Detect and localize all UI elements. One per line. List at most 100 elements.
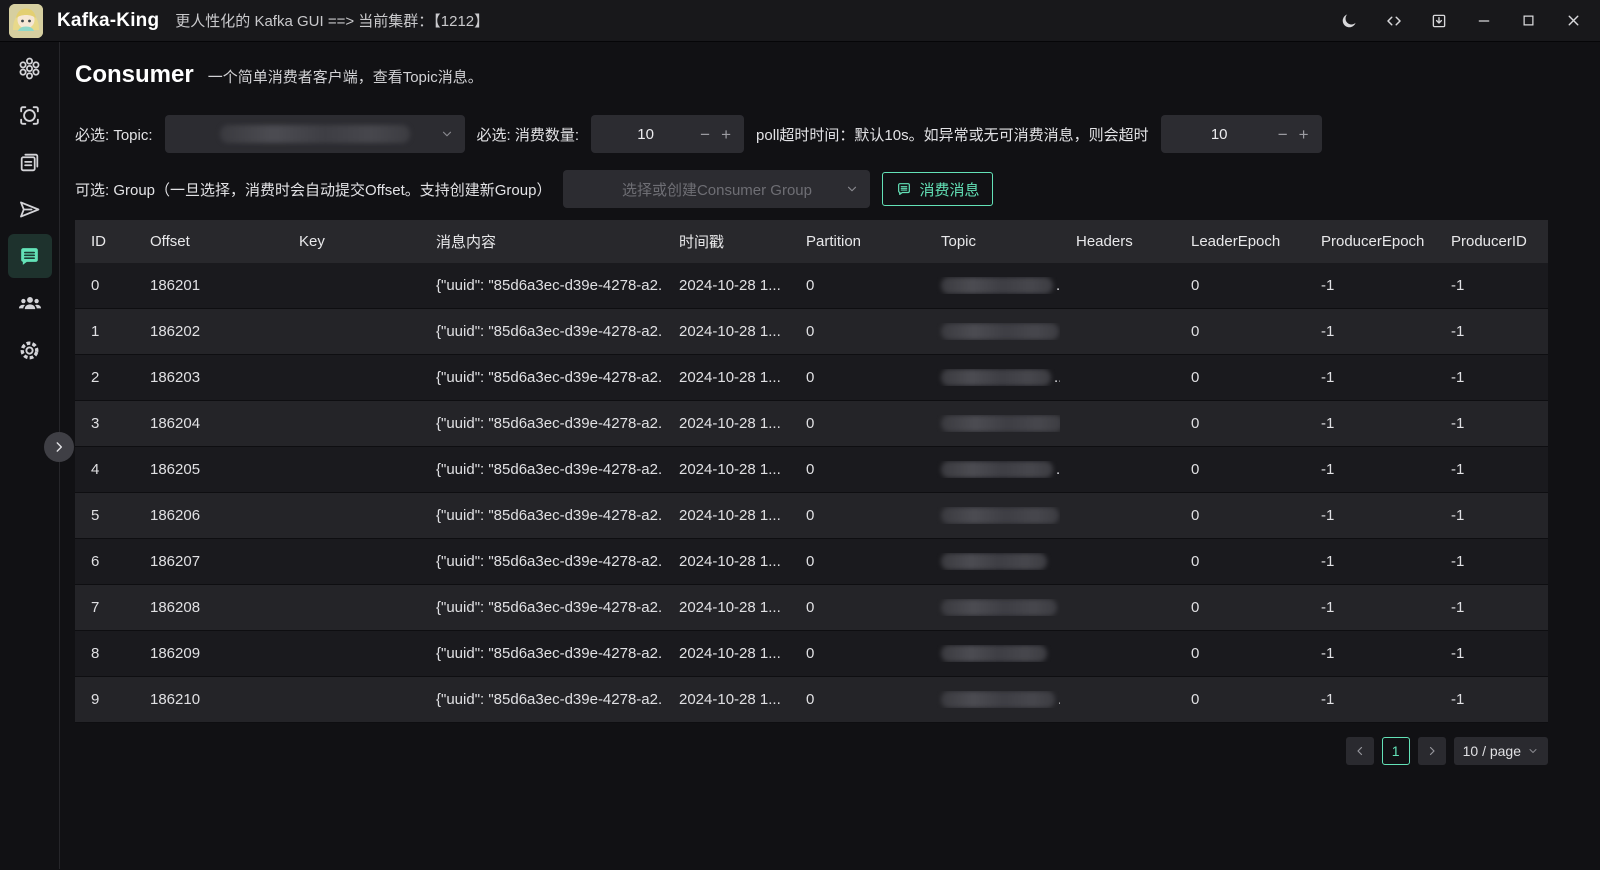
cell-producer_epoch: -1 [1305,323,1435,340]
table-row[interactable]: 1186202{"uuid": "85d6a3ec-d39e-4278-a2..… [75,309,1548,355]
pagination: 1 10 / page [75,737,1548,765]
cell-timestamp: 2024-10-28 1... [663,461,790,478]
table-row[interactable]: 2186203{"uuid": "85d6a3ec-d39e-4278-a2..… [75,355,1548,401]
moon-icon[interactable] [1326,0,1371,41]
cell-partition: 0 [790,415,925,432]
table-row[interactable]: 4186205{"uuid": "85d6a3ec-d39e-4278-a2..… [75,447,1548,493]
cell-producer_id: -1 [1435,691,1548,708]
redacted-topic-value [941,507,1059,524]
table-row[interactable]: 3186204{"uuid": "85d6a3ec-d39e-4278-a2..… [75,401,1548,447]
cell-producer_epoch: -1 [1305,461,1435,478]
cell-leader_epoch: 0 [1175,369,1305,386]
cell-leader_epoch: 0 [1175,553,1305,570]
count-label: 必选: 消费数量: [477,124,580,145]
cell-id: 1 [75,323,134,340]
redacted-topic-value [941,323,1059,340]
minimize-icon[interactable] [1461,0,1506,41]
cell-offset: 186203 [134,369,283,386]
sidebar-item-topics[interactable] [8,140,52,184]
cell-producer_id: -1 [1435,277,1548,294]
cell-message: {"uuid": "85d6a3ec-d39e-4278-a2... [420,645,663,662]
topic-suffix: .. [1058,691,1060,708]
cell-producer_id: -1 [1435,553,1548,570]
cell-message: {"uuid": "85d6a3ec-d39e-4278-a2... [420,461,663,478]
sidebar-item-consumer[interactable] [8,234,52,278]
cell-topic [925,645,1060,663]
cell-producer_id: -1 [1435,369,1548,386]
poll-minus-button[interactable]: − [1278,126,1288,143]
count-minus-button[interactable]: − [700,126,710,143]
topics-docs-icon [17,150,42,175]
sidebar-item-groups[interactable] [8,281,52,325]
cluster-nodes-icon [17,56,42,81]
table-row[interactable]: 0186201{"uuid": "85d6a3ec-d39e-4278-a2..… [75,263,1548,309]
cell-message: {"uuid": "85d6a3ec-d39e-4278-a2... [420,599,663,616]
table-row[interactable]: 7186208{"uuid": "85d6a3ec-d39e-4278-a2..… [75,585,1548,631]
page-size-select[interactable]: 10 / page [1454,737,1548,765]
table-row[interactable]: 5186206{"uuid": "85d6a3ec-d39e-4278-a2..… [75,493,1548,539]
cell-topic: ... [925,277,1060,295]
cell-leader_epoch: 0 [1175,323,1305,340]
cell-offset: 186208 [134,599,283,616]
cell-topic: .. [925,323,1060,341]
cell-topic: ... [925,369,1060,387]
column-header: ProducerID [1435,233,1548,250]
download-tray-icon[interactable] [1416,0,1461,41]
cell-producer_epoch: -1 [1305,553,1435,570]
cell-message: {"uuid": "85d6a3ec-d39e-4278-a2... [420,369,663,386]
chevron-down-icon [845,182,859,196]
redacted-topic-value [220,125,410,143]
redacted-topic-value [941,277,1053,294]
count-plus-button[interactable]: + [721,126,731,143]
sidebar-item-producer[interactable] [8,187,52,231]
table-row[interactable]: 6186207{"uuid": "85d6a3ec-d39e-4278-a2..… [75,539,1548,585]
column-header: LeaderEpoch [1175,233,1305,250]
page-header: Consumer 一个简单消费者客户端，查看Topic消息。 [75,61,1600,89]
sidebar-item-cluster[interactable] [8,46,52,90]
cell-producer_id: -1 [1435,645,1548,662]
cell-partition: 0 [790,645,925,662]
redacted-topic-value [941,461,1053,478]
messages-table: IDOffsetKey消息内容时间戳PartitionTopicHeadersL… [75,220,1548,723]
next-page-button[interactable] [1418,737,1446,765]
prev-page-button[interactable] [1346,737,1374,765]
consumer-form-row-2: 可选: Group（一旦选择，消费时会自动提交Offset。支持创建新Group… [75,170,1600,208]
consume-count-input[interactable]: 10 − + [591,115,744,153]
cell-leader_epoch: 0 [1175,507,1305,524]
code-brackets-icon[interactable] [1371,0,1416,41]
poll-plus-button[interactable]: + [1299,126,1309,143]
table-row[interactable]: 8186209{"uuid": "85d6a3ec-d39e-4278-a2..… [75,631,1548,677]
group-select[interactable]: 选择或创建Consumer Group [563,170,870,208]
sidebar-item-settings[interactable] [8,328,52,372]
poll-timeout-input[interactable]: 10 − + [1161,115,1322,153]
topic-suffix: .. [1056,461,1060,478]
maximize-icon[interactable] [1506,0,1551,41]
cell-offset: 186210 [134,691,283,708]
group-label: 可选: Group（一旦选择，消费时会自动提交Offset。支持创建新Group… [75,179,551,200]
cell-producer_epoch: -1 [1305,645,1435,662]
cell-producer_epoch: -1 [1305,415,1435,432]
cell-message: {"uuid": "85d6a3ec-d39e-4278-a2... [420,553,663,570]
consume-messages-button[interactable]: 消费消息 [882,172,993,206]
consumer-form-row-1: 必选: Topic: 必选: 消费数量: 10 − + poll超时时间：默认1… [75,115,1600,153]
cell-offset: 186202 [134,323,283,340]
topic-select[interactable] [165,115,465,153]
cell-partition: 0 [790,553,925,570]
cell-partition: 0 [790,323,925,340]
page-number-button[interactable]: 1 [1382,737,1410,765]
cell-message: {"uuid": "85d6a3ec-d39e-4278-a2... [420,507,663,524]
cell-producer_id: -1 [1435,507,1548,524]
table-body: 0 186201 {"uuid": "85d6a3ec-d39e-4278-a2..… [75,263,1548,723]
cell-leader_epoch: 0 [1175,645,1305,662]
table-row[interactable]: 9186210{"uuid": "85d6a3ec-d39e-4278-a2..… [75,677,1548,723]
sidebar-expand-button[interactable] [44,432,74,462]
column-header: Offset [134,233,283,250]
cell-timestamp: 2024-10-28 1... [663,277,790,294]
cell-topic: .. [925,691,1060,709]
cell-offset: 186201 [134,277,283,294]
cell-partition: 0 [790,461,925,478]
sidebar-item-monitor[interactable] [8,93,52,137]
close-icon[interactable] [1551,0,1596,41]
cell-topic: h... [925,415,1060,433]
redacted-topic-value [941,599,1057,616]
